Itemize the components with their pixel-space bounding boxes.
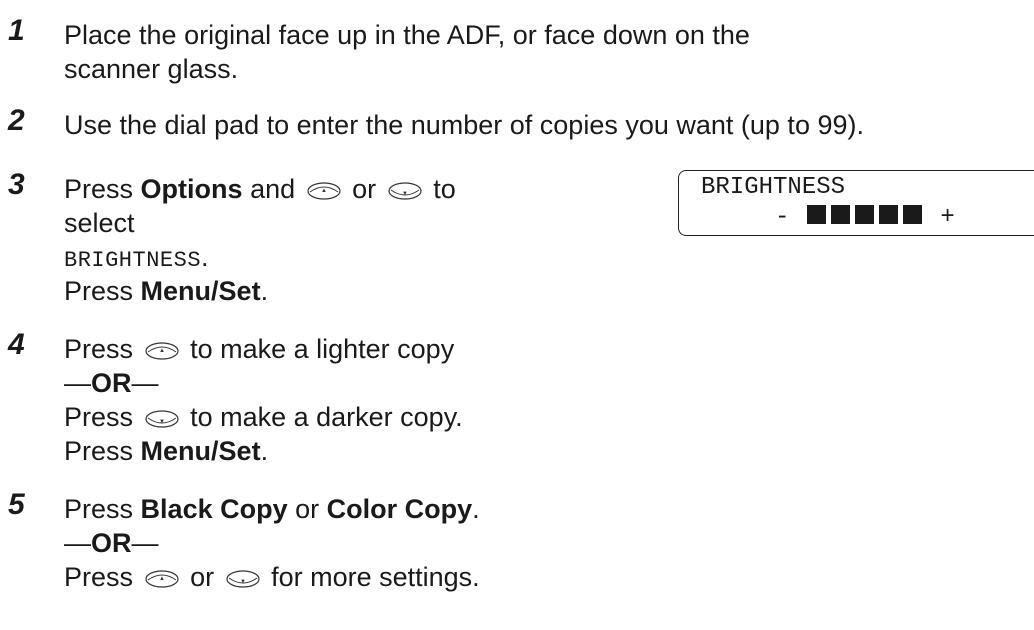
svg-text:▲: ▲ <box>159 348 165 354</box>
step-5-number: 5 <box>8 488 25 521</box>
step-4-line1: Press ▲ to make a lighter copy <box>64 334 455 364</box>
step-4-line4: Press Menu/Set. <box>64 436 269 466</box>
step-3-line1: Press Options and ▲ or ▼ to <box>64 174 456 204</box>
step-3-line3: BRIGHTNESS. <box>64 242 209 273</box>
black-copy-key-label: Black Copy <box>140 494 288 524</box>
brightness-level-bar <box>807 205 923 225</box>
step-4-number: 4 <box>8 328 25 361</box>
step-4-line3: Press ▼ to make a darker copy. <box>64 402 463 432</box>
svg-text:▲: ▲ <box>321 188 327 194</box>
brightness-level-block <box>807 205 827 225</box>
step-3-number: 3 <box>8 168 25 201</box>
lcd-plus: + <box>940 204 955 231</box>
up-arrow-key-icon: ▲ <box>144 569 180 589</box>
down-arrow-key-icon: ▼ <box>144 409 180 429</box>
or-label: OR <box>91 368 132 398</box>
step-1-text-line1: Place the original face up in the ADF, o… <box>64 20 750 50</box>
up-arrow-key-icon: ▲ <box>306 181 342 201</box>
lcd-display: BRIGHTNESS - + <box>678 170 1034 236</box>
lcd-minus: - <box>775 204 790 231</box>
step-2-number: 2 <box>8 104 25 137</box>
svg-text:▼: ▼ <box>240 579 246 585</box>
lcd-line1: BRIGHTNESS <box>701 174 846 201</box>
svg-text:▼: ▼ <box>159 419 165 425</box>
menu-set-key-label: Menu/Set <box>140 436 261 466</box>
step-1-number: 1 <box>8 14 25 47</box>
svg-text:▲: ▲ <box>159 576 165 582</box>
step-5-line3: Press ▲ or ▼ for more settings. <box>64 562 480 592</box>
step-1-text-line2: scanner glass. <box>64 54 239 84</box>
options-key-label: Options <box>140 174 243 204</box>
up-arrow-key-icon: ▲ <box>144 341 180 361</box>
step-3-line4: Press Menu/Set. <box>64 276 269 306</box>
step-2-text: Use the dial pad to enter the number of … <box>64 110 864 140</box>
lcd-line2: - + <box>775 203 955 233</box>
brightness-level-block <box>831 205 851 225</box>
brightness-level-block <box>879 205 899 225</box>
step-3-line2: select <box>64 208 135 238</box>
brightness-level-block <box>903 205 923 225</box>
step-5-line1: Press Black Copy or Color Copy. <box>64 494 480 524</box>
menu-set-key-label: Menu/Set <box>140 276 261 306</box>
down-arrow-key-icon: ▼ <box>225 569 261 589</box>
brightness-setting-name: BRIGHTNESS <box>64 248 202 273</box>
step-4-line2: —OR— <box>64 368 159 398</box>
down-arrow-key-icon: ▼ <box>387 181 423 201</box>
color-copy-key-label: Color Copy <box>326 494 473 524</box>
step-5-line2: —OR— <box>64 528 159 558</box>
brightness-level-block <box>855 205 875 225</box>
or-label: OR <box>91 528 132 558</box>
svg-text:▼: ▼ <box>402 191 408 197</box>
